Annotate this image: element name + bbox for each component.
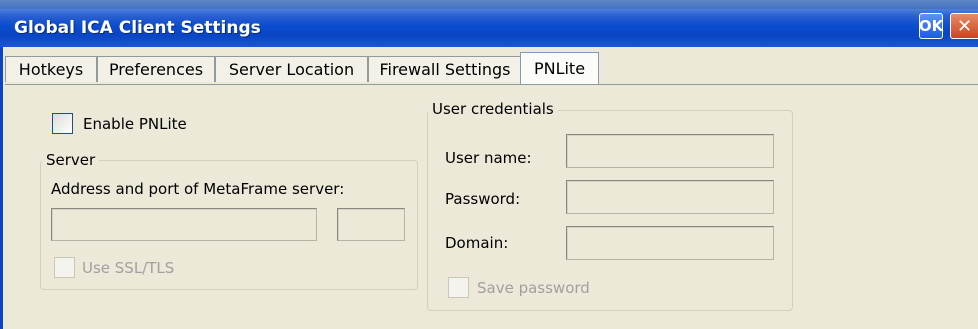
use-ssl-label: Use SSL/TLS (82, 259, 175, 277)
tab-hotkeys[interactable]: Hotkeys (5, 56, 97, 82)
tab-preferences[interactable]: Preferences (97, 56, 215, 82)
server-address-label: Address and port of MetaFrame server: (51, 180, 345, 198)
tab-panel-border (5, 84, 978, 85)
settings-window: Global ICA Client Settings OK ✕ Hotkeys … (0, 0, 978, 329)
tab-server-location[interactable]: Server Location (215, 56, 368, 82)
close-icon: ✕ (956, 15, 973, 37)
save-password-label: Save password (477, 279, 590, 297)
domain-label: Domain: (445, 234, 509, 252)
username-label: User name: (445, 149, 532, 167)
window-left-border (0, 47, 3, 329)
username-input[interactable] (566, 134, 774, 168)
enable-pnlite-checkbox[interactable] (52, 113, 73, 134)
tab-pnlite[interactable]: PNLite (520, 52, 599, 84)
tab-firewall-settings[interactable]: Firewall Settings (368, 56, 522, 82)
save-password-checkbox[interactable] (448, 277, 469, 298)
user-credentials-legend: User credentials (428, 100, 558, 118)
ok-button[interactable]: OK (919, 13, 943, 39)
close-button[interactable]: ✕ (950, 13, 978, 39)
domain-input[interactable] (566, 226, 774, 260)
window-title: Global ICA Client Settings (14, 18, 261, 38)
password-label: Password: (445, 190, 521, 208)
server-port-input[interactable] (337, 208, 405, 241)
server-group-legend: Server (42, 151, 100, 169)
title-bar[interactable]: Global ICA Client Settings OK ✕ (0, 9, 978, 47)
use-ssl-checkbox[interactable] (54, 257, 75, 278)
server-address-input[interactable] (51, 208, 317, 241)
enable-pnlite-label: Enable PNLite (83, 115, 187, 133)
password-input[interactable] (566, 180, 774, 214)
